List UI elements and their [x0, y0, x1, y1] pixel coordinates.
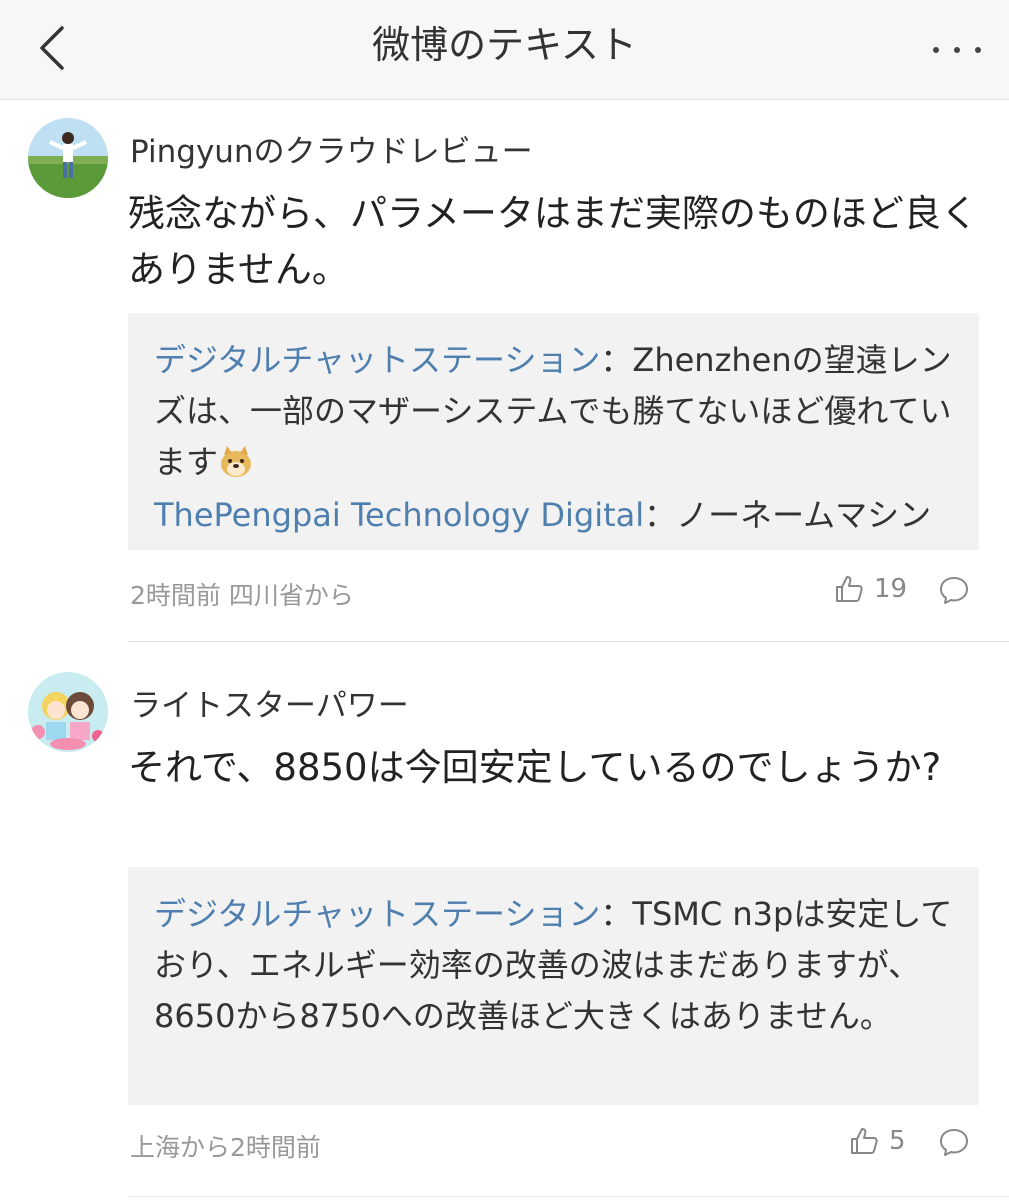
- avatar[interactable]: [28, 672, 108, 752]
- comment-meta: 上海から2時間前: [130, 1133, 321, 1162]
- reply-item: ThePengpai Technology Digital：ノーネームマシン: [154, 490, 953, 541]
- speech-bubble-icon: [940, 1129, 968, 1156]
- reply-author-link[interactable]: デジタルチャットステーション: [154, 341, 600, 379]
- more-button[interactable]: [933, 30, 981, 70]
- reply-text: ：ノーネームマシン: [644, 496, 932, 534]
- doge-emoji-icon: [221, 446, 252, 477]
- speech-bubble-icon: [940, 577, 968, 604]
- reply-item: デジタルチャットステーション：TSMC n3pは安定しており、エネルギー効率の改…: [154, 889, 953, 1042]
- more-dots-icon: [933, 47, 939, 53]
- divider: [128, 1196, 1009, 1197]
- back-button[interactable]: [30, 18, 74, 78]
- thumbs-up-icon: [836, 576, 863, 602]
- like-button[interactable]: 5: [849, 1126, 906, 1156]
- avatar[interactable]: [28, 118, 108, 198]
- reply-box[interactable]: デジタルチャットステーション：Zhenzhenの望遠レンズは、一部のマザーシステ…: [128, 313, 979, 550]
- comment-text: 残念ながら、パラメータはまだ実際のものほど良くありません。: [128, 192, 978, 291]
- chevron-left-icon: [40, 26, 64, 70]
- thumbs-up-icon: [851, 1128, 878, 1154]
- divider: [128, 641, 1009, 642]
- comment-text: それで、8850は今回安定しているのでしょうか?: [128, 746, 942, 789]
- page-title: 微博のテキスト: [372, 23, 637, 67]
- reply-button[interactable]: [938, 1126, 970, 1162]
- username[interactable]: Pingyunのクラウドレビュー: [130, 126, 533, 171]
- reply-button[interactable]: [938, 574, 970, 610]
- like-count: 19: [874, 574, 908, 604]
- top-bar: 微博のテキスト: [0, 0, 1009, 100]
- like-count: 5: [889, 1126, 906, 1156]
- reply-author-link[interactable]: ThePengpai Technology Digital: [154, 496, 644, 534]
- username[interactable]: ライトスターパワー: [130, 680, 409, 725]
- like-button[interactable]: 19: [834, 574, 907, 604]
- reply-author-link[interactable]: デジタルチャットステーション: [154, 895, 600, 933]
- reply-box[interactable]: デジタルチャットステーション：TSMC n3pは安定しており、エネルギー効率の改…: [128, 867, 979, 1105]
- avatar-image: [28, 118, 108, 198]
- reply-item: デジタルチャットステーション：Zhenzhenの望遠レンズは、一部のマザーシステ…: [154, 335, 953, 488]
- avatar-image: [28, 672, 108, 752]
- comment-meta: 2時間前 四川省から: [130, 581, 354, 610]
